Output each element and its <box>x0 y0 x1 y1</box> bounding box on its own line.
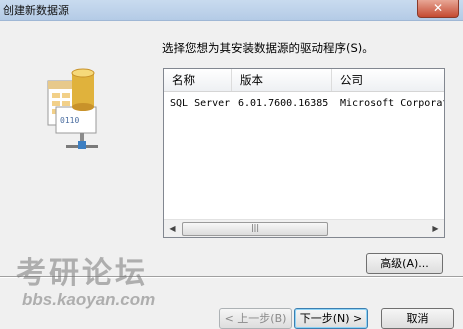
advanced-button[interactable]: 高级(A)... <box>366 253 443 274</box>
arrow-right-icon: ▶ <box>432 224 439 233</box>
watermark: 考研论坛 bbs.kaoyan.com <box>16 258 155 310</box>
close-icon: ✕ <box>432 1 444 15</box>
watermark-title: 考研论坛 <box>16 256 148 291</box>
watermark-url: bbs.kaoyan.com <box>22 290 156 309</box>
arrow-left-icon: ◀ <box>169 224 176 233</box>
back-button[interactable]: < 上一步(B) <box>219 308 292 329</box>
binary-sheet-icon: 0110 <box>55 106 97 134</box>
prompt-text: 选择您想为其安装数据源的驱动程序(S)。 <box>162 41 374 55</box>
svg-text:0110: 0110 <box>60 116 79 125</box>
driver-version-cell: 6.01.7600.16385 <box>238 98 329 109</box>
driver-company-cell: Microsoft Corporation <box>340 98 444 109</box>
column-header-version[interactable]: 版本 <box>232 69 332 91</box>
next-button[interactable]: 下一步(N) > <box>294 308 368 329</box>
driver-list-header: 名称 版本 公司 <box>164 69 444 92</box>
cancel-button[interactable]: 取消 <box>381 308 454 329</box>
close-button[interactable]: ✕ <box>417 0 459 18</box>
driver-list[interactable]: 名称 版本 公司 SQL Server 6.01.7600.16385 Micr… <box>163 68 445 238</box>
scroll-right-button[interactable]: ▶ <box>427 220 444 237</box>
grip-icon: ||| <box>250 223 260 232</box>
scroll-left-button[interactable]: ◀ <box>164 220 181 237</box>
horizontal-scrollbar[interactable]: ◀ ||| ▶ <box>164 219 444 237</box>
driver-name-cell: SQL Server <box>170 98 231 109</box>
title-bar: 创建新数据源 ✕ <box>0 0 463 21</box>
column-header-name[interactable]: 名称 <box>164 69 232 91</box>
column-header-company[interactable]: 公司 <box>332 69 444 91</box>
data-source-illustration: 0110 <box>0 21 140 276</box>
window-title: 创建新数据源 <box>3 4 69 17</box>
scrollbar-thumb[interactable]: ||| <box>182 222 328 236</box>
table-row[interactable]: SQL Server 6.01.7600.16385 Microsoft Cor… <box>164 95 444 113</box>
database-icon <box>71 68 95 111</box>
